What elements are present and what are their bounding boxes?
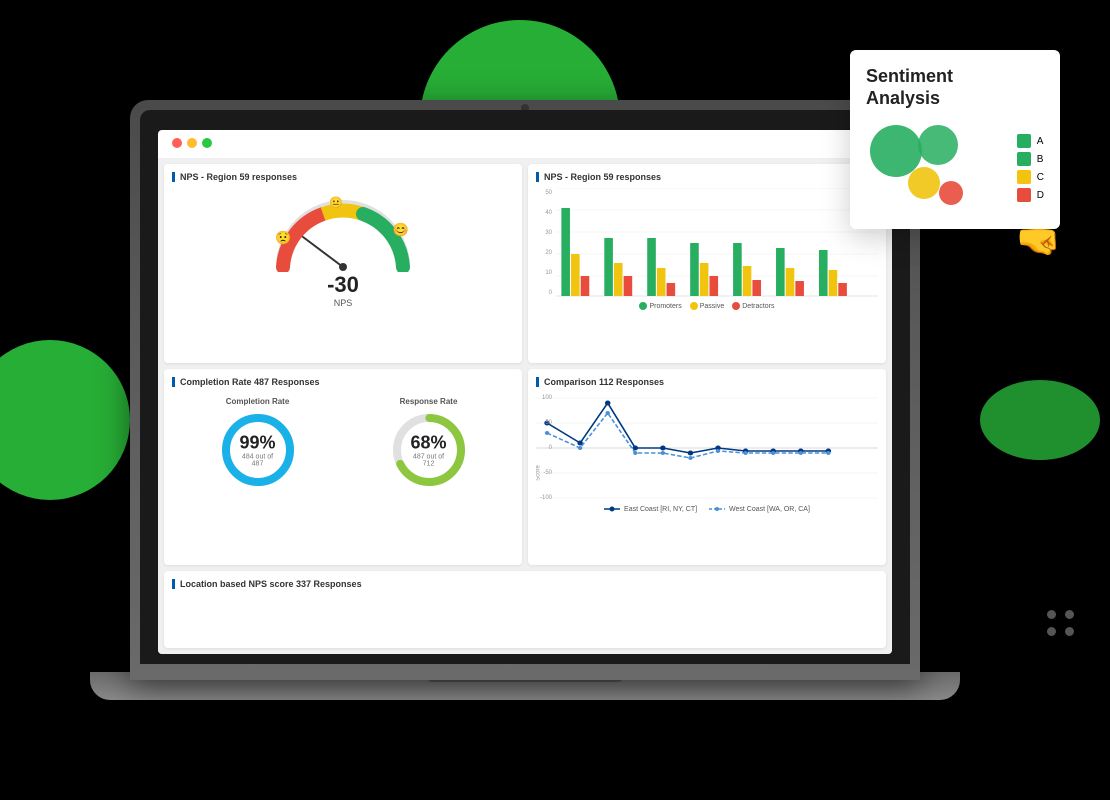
dots-decoration — [1047, 610, 1075, 636]
bubbles-area — [866, 123, 1003, 213]
y-axis: 50403020100 — [536, 188, 554, 298]
comparison-y-axis: 100500-50-100 — [536, 393, 554, 503]
legend-row-c: C — [1017, 170, 1044, 184]
bar-chart-svg: 28 Sep 30 Sep 2 Oct 4 Oct 6 Oct 8 Oct 10… — [556, 188, 878, 298]
bubbles-svg — [866, 123, 966, 213]
west-coast-label: West Coast [WA, OR, CA] — [729, 506, 810, 513]
sentiment-content: A B C D — [866, 123, 1044, 213]
legend-sq-a — [1017, 134, 1031, 148]
completion-label: Completion Rate — [226, 397, 290, 406]
comparison-card: Comparison 112 Responses 100500-50-100 — [528, 369, 886, 566]
completion-card-title: Completion Rate 487 Responses — [172, 377, 514, 387]
laptop-outer: NPS - Region 59 responses — [130, 100, 920, 680]
nps-gauge-title: NPS - Region 59 responses — [172, 172, 514, 182]
legend-row-d: D — [1017, 188, 1044, 202]
maximize-button[interactable] — [202, 138, 212, 148]
bar-chart-title: NPS - Region 59 responses — [536, 172, 878, 182]
blob-left — [0, 340, 130, 500]
legend-row-b: B — [1017, 152, 1044, 166]
response-label: Response Rate — [400, 397, 458, 406]
donut-row: Completion Rate 99% 484 out of 487 — [172, 393, 514, 494]
blob-right — [980, 380, 1100, 460]
minimize-button[interactable] — [187, 138, 197, 148]
response-sub: 487 out of 712 — [409, 453, 449, 467]
hand-icon: 🤜 — [1016, 220, 1066, 270]
completion-donut: Completion Rate 99% 484 out of 487 — [218, 397, 298, 490]
face-sad: 😟 — [275, 230, 291, 246]
line-legend: East Coast [RI, NY, CT] West Coast [WA, … — [536, 505, 878, 513]
legend-label-a: A — [1037, 136, 1044, 147]
sentiment-title: SentimentAnalysis — [866, 66, 1044, 109]
line-chart-svg: Score — [536, 393, 878, 503]
location-card: Location based NPS score 337 Responses — [164, 571, 886, 648]
chart-legend: Promoters Passive Detractors — [536, 302, 878, 310]
completion-sub: 484 out of 487 — [238, 453, 278, 467]
completion-card: Completion Rate 487 Responses Completion… — [164, 369, 522, 566]
bar-chart-card: NPS - Region 59 responses 50403020100 — [528, 164, 886, 363]
legend-label-d: D — [1037, 190, 1044, 201]
laptop-screen-bezel: NPS - Region 59 responses — [140, 110, 910, 664]
sentiment-legend: A B C D — [1017, 134, 1044, 202]
gauge-container: 😟 😐 😊 -30 NPS — [172, 188, 514, 308]
bar-chart-area: 50403020100 — [536, 188, 878, 298]
close-button[interactable] — [172, 138, 182, 148]
legend-sq-b — [1017, 152, 1031, 166]
response-donut: Response Rate 68% 487 out of 712 — [389, 397, 469, 490]
completion-value: 99% — [238, 432, 278, 453]
east-coast-label: East Coast [RI, NY, CT] — [624, 506, 697, 513]
sentiment-card: SentimentAnalysis A B — [850, 50, 1060, 229]
traffic-lights — [172, 138, 212, 148]
laptop-screen: NPS - Region 59 responses — [158, 130, 892, 654]
nps-label: NPS — [334, 298, 353, 308]
legend-label-b: B — [1037, 154, 1044, 165]
comparison-title: Comparison 112 Responses — [536, 377, 878, 387]
line-chart-area: 100500-50-100 Score — [536, 393, 878, 503]
dashboard: NPS - Region 59 responses — [158, 158, 892, 654]
legend-sq-c — [1017, 170, 1031, 184]
response-value: 68% — [409, 432, 449, 453]
legend-sq-d — [1017, 188, 1031, 202]
face-happy: 😊 — [393, 222, 409, 238]
nps-gauge-card: NPS - Region 59 responses — [164, 164, 522, 363]
face-neutral: 😐 — [329, 196, 343, 209]
legend-label-c: C — [1037, 172, 1044, 183]
legend-row-a: A — [1017, 134, 1044, 148]
location-title: Location based NPS score 337 Responses — [172, 579, 878, 589]
